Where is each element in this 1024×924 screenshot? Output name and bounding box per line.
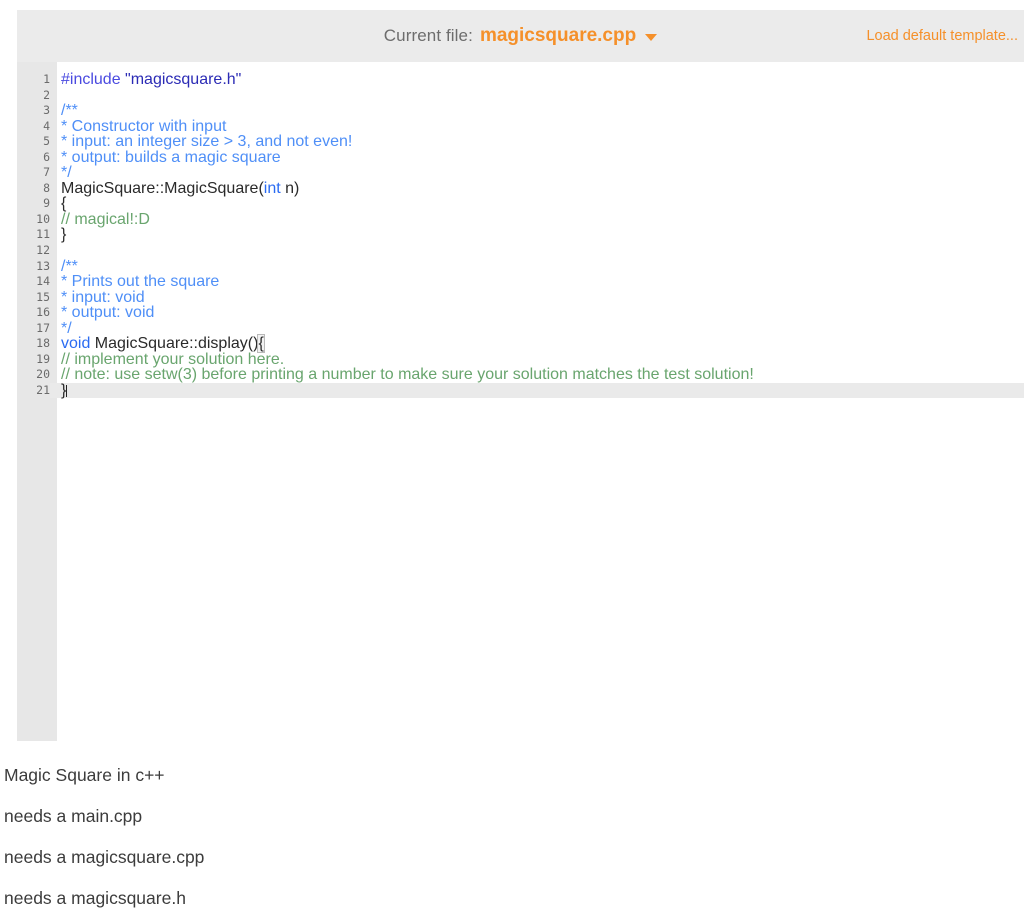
- code-line[interactable]: 18 void MagicSquare::display(){: [17, 336, 1024, 352]
- code-line[interactable]: 5 * input: an integer size > 3, and not …: [17, 134, 1024, 150]
- text-cursor: [66, 385, 67, 397]
- line-number: 6: [17, 150, 50, 166]
- matching-bracket: {: [258, 335, 263, 352]
- code-line-text[interactable]: * output: builds a magic square: [61, 150, 1024, 166]
- code-line[interactable]: 13 /**: [17, 259, 1024, 275]
- code-line-text[interactable]: */: [61, 321, 1024, 337]
- line-number: 17: [17, 321, 50, 337]
- code-token: /**: [61, 102, 78, 119]
- current-file-name[interactable]: magicsquare.cpp: [480, 25, 636, 47]
- code-line-text[interactable]: * Constructor with input: [61, 119, 1024, 135]
- code-line-text[interactable]: // magical!:D: [61, 212, 1024, 228]
- code-token: /**: [61, 258, 78, 275]
- code-token: MagicSquare::MagicSquare(: [61, 180, 264, 197]
- code-token: }: [61, 226, 66, 243]
- code-token: n): [281, 180, 300, 197]
- code-line[interactable]: 7 */: [17, 165, 1024, 181]
- line-number: 18: [17, 336, 50, 352]
- line-number: 11: [17, 227, 50, 243]
- line-number: 4: [17, 119, 50, 135]
- line-number: 9: [17, 196, 50, 212]
- code-lines[interactable]: 1#include "magicsquare.h"23/**4 * Constr…: [17, 72, 1024, 398]
- code-line[interactable]: 21}: [17, 383, 1024, 399]
- code-line-text[interactable]: * input: an integer size > 3, and not ev…: [61, 134, 1024, 150]
- code-line[interactable]: 9{: [17, 196, 1024, 212]
- code-line[interactable]: 16 * output: void: [17, 305, 1024, 321]
- line-number: 13: [17, 259, 50, 275]
- code-token: * output: void: [61, 304, 154, 321]
- line-number: 21: [17, 383, 50, 399]
- code-line-text[interactable]: * Prints out the square: [61, 274, 1024, 290]
- code-token: * Prints out the square: [61, 273, 219, 290]
- line-number: 7: [17, 165, 50, 181]
- code-line-text[interactable]: // note: use setw(3) before printing a n…: [61, 367, 1024, 383]
- code-token: void: [61, 335, 90, 352]
- line-number: 5: [17, 134, 50, 150]
- code-line[interactable]: 6 * output: builds a magic square: [17, 150, 1024, 166]
- code-line[interactable]: 1 #include "magicsquare.h": [17, 72, 1024, 88]
- line-number: 19: [17, 352, 50, 368]
- code-line[interactable]: 3 /**: [17, 103, 1024, 119]
- line-number: 10: [17, 212, 50, 228]
- code-token: #include: [61, 71, 125, 88]
- code-line[interactable]: 15 * input: void: [17, 290, 1024, 306]
- code-token: "magicsquare.h": [125, 71, 241, 88]
- code-token: * Constructor with input: [61, 118, 226, 135]
- code-line-text[interactable]: // implement your solution here.: [61, 352, 1024, 368]
- code-line[interactable]: 20 // note: use setw(3) before printing …: [17, 367, 1024, 383]
- code-token: * input: an integer size > 3, and not ev…: [61, 133, 352, 150]
- line-number: 12: [17, 243, 50, 259]
- code-line-text[interactable]: MagicSquare::MagicSquare(int n): [61, 181, 1024, 197]
- description-line: needs a magicsquare.cpp: [0, 837, 1024, 878]
- code-line[interactable]: 12: [17, 243, 1024, 259]
- code-token: {: [61, 195, 66, 212]
- description-line: needs a magicsquare.h: [0, 878, 1024, 919]
- code-token: // magical!:D: [61, 211, 150, 228]
- code-line[interactable]: 2: [17, 88, 1024, 104]
- code-token: * input: void: [61, 289, 145, 306]
- chevron-down-icon[interactable]: [645, 34, 657, 41]
- code-line[interactable]: 17 */: [17, 321, 1024, 337]
- code-line[interactable]: 14 * Prints out the square: [17, 274, 1024, 290]
- editor-header-bar: Current file: magicsquare.cpp Load defau…: [17, 10, 1024, 62]
- line-number: 15: [17, 290, 50, 306]
- code-line-text[interactable]: }: [61, 227, 1024, 243]
- line-number: 20: [17, 367, 50, 383]
- code-line-text[interactable]: }: [61, 383, 1024, 399]
- line-number: 14: [17, 274, 50, 290]
- code-token: int: [264, 180, 281, 197]
- line-number: 2: [17, 88, 50, 104]
- line-number: 16: [17, 305, 50, 321]
- code-token: // note: use setw(3) before printing a n…: [61, 366, 754, 383]
- code-line[interactable]: 10 // magical!:D: [17, 212, 1024, 228]
- load-default-template-link[interactable]: Load default template...: [866, 28, 1018, 44]
- assignment-description: Magic Square in c++needs a main.cppneeds…: [0, 755, 1024, 919]
- line-number: 8: [17, 181, 50, 197]
- code-token: */: [61, 164, 72, 181]
- description-line: needs a main.cpp: [0, 796, 1024, 837]
- current-file-label: Current file:: [384, 26, 473, 46]
- line-number: 1: [17, 72, 50, 88]
- code-token: MagicSquare::display(): [90, 335, 258, 352]
- description-line: Magic Square in c++: [0, 755, 1024, 796]
- code-line[interactable]: 11}: [17, 227, 1024, 243]
- code-line-text[interactable]: void MagicSquare::display(){: [61, 336, 1024, 352]
- code-line-text[interactable]: #include "magicsquare.h": [61, 72, 1024, 88]
- code-line-text[interactable]: * output: void: [61, 305, 1024, 321]
- code-token: // implement your solution here.: [61, 351, 284, 368]
- code-line-text[interactable]: {: [61, 196, 1024, 212]
- line-number: 3: [17, 103, 50, 119]
- code-line[interactable]: 19 // implement your solution here.: [17, 352, 1024, 368]
- code-line-text[interactable]: /**: [61, 103, 1024, 119]
- code-editor[interactable]: 1#include "magicsquare.h"23/**4 * Constr…: [17, 62, 1024, 741]
- code-line[interactable]: 4 * Constructor with input: [17, 119, 1024, 135]
- code-line-text[interactable]: * input: void: [61, 290, 1024, 306]
- code-line-text[interactable]: */: [61, 165, 1024, 181]
- code-token: * output: builds a magic square: [61, 149, 281, 166]
- code-line-text[interactable]: /**: [61, 259, 1024, 275]
- code-line[interactable]: 8 MagicSquare::MagicSquare(int n): [17, 181, 1024, 197]
